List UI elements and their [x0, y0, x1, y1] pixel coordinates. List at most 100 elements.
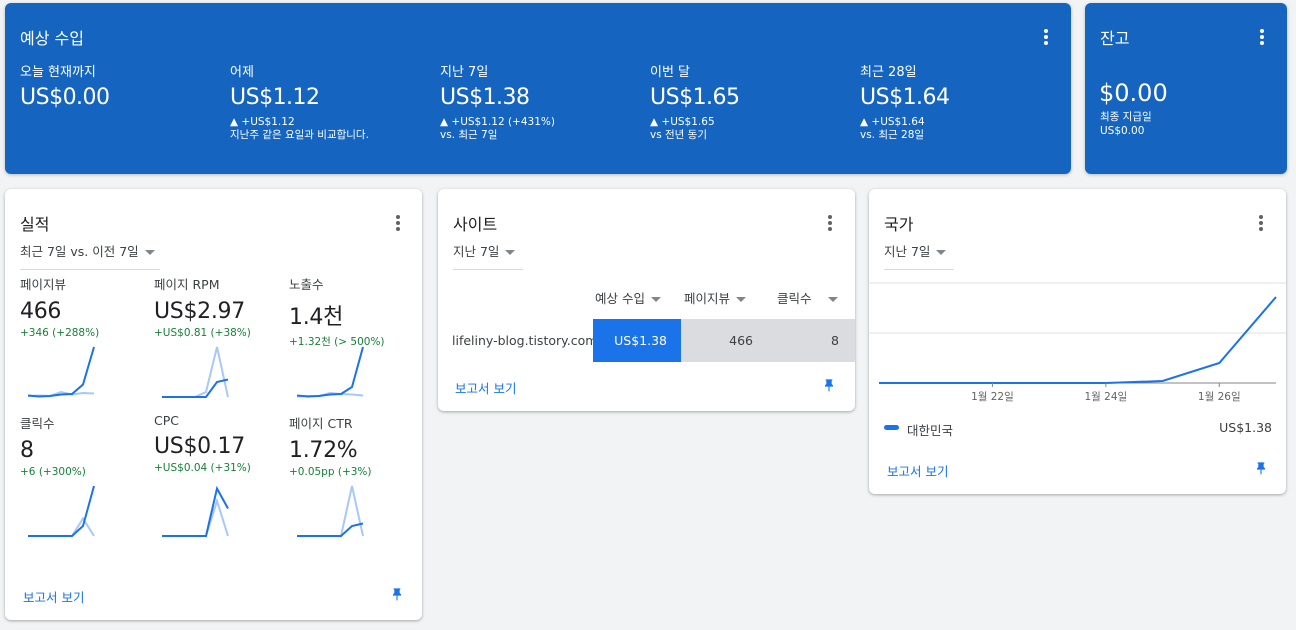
earnings-label: 어제 [230, 65, 254, 80]
sparkline-current-period [28, 485, 95, 537]
earnings-note: vs 전년 동기 [650, 129, 707, 141]
balance-more-icon[interactable] [1253, 27, 1271, 47]
performance-card: 실적 최근 7일 vs. 이전 7일 페이지뷰 466 +346 (+288%)… [5, 189, 422, 620]
metric-value: 1.4천 [289, 305, 344, 330]
legend-country-value: US$1.38 [1219, 420, 1272, 435]
earnings-value: US$1.65 [650, 85, 740, 110]
sparkline-current-period [28, 346, 95, 398]
balance-label: 최종 지급일 [1100, 111, 1152, 123]
chevron-down-icon [144, 250, 155, 255]
metric-delta: +0.05pp (+3%) [289, 466, 372, 478]
metric-sparkline [297, 346, 364, 398]
countries-view-report-link[interactable]: 보고서 보기 [887, 461, 948, 480]
metric-delta: +346 (+288%) [20, 327, 100, 339]
earnings-note: vs. 최근 28일 [860, 129, 925, 141]
earnings-value: US$1.64 [860, 85, 950, 110]
x-tick-label: 1월 22일 [971, 390, 1014, 403]
site-clicks: 8 [831, 333, 839, 348]
sites-range-dropdown[interactable]: 지난 7일 [453, 241, 523, 270]
earnings-delta: ▲ +US$1.65 [650, 116, 715, 128]
performance-view-report-link[interactable]: 보고서 보기 [23, 587, 84, 606]
x-tick-label: 1월 24일 [1085, 390, 1128, 403]
metric-tile[interactable]: 페이지 CTR 1.72% +0.05pp (+3%) [289, 413, 414, 548]
earnings-value: US$1.38 [440, 85, 530, 110]
metric-tile[interactable]: 노출수 1.4천 +1.32천 (> 500%) [289, 274, 414, 409]
earnings-value: US$1.12 [230, 85, 320, 110]
countries-card: 국가 지난 7일 1월 22일 1월 24일 1월 26일 대한민국 US$1.38… [869, 189, 1286, 494]
earnings-note: 지난주 같은 요일과 비교합니다. [230, 129, 369, 141]
metric-sparkline [162, 346, 229, 398]
chevron-down-icon [650, 297, 661, 302]
metric-label: 클릭수 [20, 416, 55, 431]
earnings-this-month: 이번 달 US$1.65 ▲ +US$1.65 vs 전년 동기 [650, 61, 850, 142]
countries-more-icon[interactable] [1252, 213, 1270, 233]
metric-tile[interactable]: 페이지뷰 466 +346 (+288%) [20, 274, 145, 409]
earnings-today: 오늘 현재까지 US$0.00 [20, 61, 220, 110]
sites-title: 사이트 [453, 215, 498, 234]
range-label: 지난 7일 [884, 244, 931, 259]
sparkline-previous-period [162, 497, 229, 537]
metric-sparkline [162, 485, 229, 537]
sparkline-current-period [297, 346, 364, 398]
performance-more-icon[interactable] [389, 213, 407, 233]
site-name: lifeliny-blog.tistory.com [452, 333, 598, 348]
earnings-label: 지난 7일 [440, 65, 489, 80]
column-header-pageviews[interactable]: 페이지뷰 [684, 288, 747, 307]
countries-range-dropdown[interactable]: 지난 7일 [884, 241, 954, 270]
sparkline-previous-period [297, 485, 364, 537]
earnings-title: 예상 수입 [20, 29, 84, 48]
x-tick-label: 1월 26일 [1198, 390, 1241, 403]
countries-title: 국가 [884, 215, 914, 234]
metric-tile[interactable]: CPC US$0.17 +US$0.04 (+31%) [154, 413, 279, 548]
metric-value: 1.72% [289, 438, 358, 463]
table-row[interactable]: lifeliny-blog.tistory.com US$1.38 466 8 [438, 319, 855, 362]
sites-card: 사이트 지난 7일 예상 수입 페이지뷰 클릭수 lifeliny-blog.t… [438, 189, 855, 411]
metric-label: 페이지 RPM [154, 277, 220, 292]
sites-more-icon[interactable] [821, 213, 839, 233]
metric-delta: +6 (+300%) [20, 466, 86, 478]
pin-icon[interactable] [389, 586, 405, 604]
metric-tile[interactable]: 클릭수 8 +6 (+300%) [20, 413, 145, 548]
earnings-delta: ▲ +US$1.12 [230, 116, 295, 128]
earnings-yesterday: 어제 US$1.12 ▲ +US$1.12 지난주 같은 요일과 비교합니다. [230, 61, 430, 142]
balance-card: 잔고 $0.00 최종 지급일 US$0.00 [1085, 3, 1287, 174]
metric-sparkline [297, 485, 364, 537]
earnings-delta: ▲ +US$1.64 [860, 116, 925, 128]
metric-tile[interactable]: 페이지 RPM US$2.97 +US$0.81 (+38%) [154, 274, 279, 409]
sites-view-report-link[interactable]: 보고서 보기 [455, 378, 516, 397]
chevron-down-icon [827, 297, 838, 302]
balance-title: 잔고 [1100, 29, 1130, 48]
legend-country-name: 대한민국 [907, 423, 954, 438]
earnings-label: 이번 달 [650, 65, 691, 80]
metric-sparkline [28, 346, 95, 398]
site-pageviews: 466 [729, 333, 753, 348]
metric-value: US$0.17 [154, 434, 245, 459]
pin-icon[interactable] [1253, 460, 1269, 478]
column-header-clicks[interactable]: 클릭수 [777, 288, 838, 307]
performance-range-dropdown[interactable]: 최근 7일 vs. 이전 7일 [20, 241, 160, 270]
legend-item[interactable]: 대한민국 US$1.38 [884, 419, 1274, 438]
earnings-last-7-days: 지난 7일 US$1.38 ▲ +US$1.12 (+431%) vs. 최근 … [440, 61, 640, 142]
earnings-label: 최근 28일 [860, 65, 917, 80]
metric-sparkline [28, 485, 95, 537]
site-pageviews-cell: 466 8 [681, 319, 855, 362]
metric-label: 페이지뷰 [20, 277, 67, 292]
balance-last-payment: US$0.00 [1100, 125, 1145, 137]
series-line [879, 296, 1277, 384]
earnings-more-icon[interactable] [1037, 27, 1055, 47]
column-header-earnings[interactable]: 예상 수입 [595, 288, 661, 307]
earnings-note: vs. 최근 7일 [440, 129, 498, 141]
sparkline-current-period [162, 378, 229, 398]
chevron-down-icon [736, 297, 747, 302]
legend-swatch [884, 425, 899, 430]
metric-label: 노출수 [289, 277, 324, 292]
chevron-down-icon [936, 250, 947, 255]
metric-value: 466 [20, 299, 62, 324]
site-earnings-cell: US$1.38 [593, 319, 681, 362]
sparkline-previous-period [162, 346, 229, 398]
pin-icon[interactable] [821, 377, 837, 395]
range-label: 지난 7일 [453, 244, 500, 259]
countries-line-chart: 1월 22일 1월 24일 1월 26일 [869, 282, 1286, 403]
metric-value: US$2.97 [154, 299, 245, 324]
chevron-down-icon [505, 250, 516, 255]
